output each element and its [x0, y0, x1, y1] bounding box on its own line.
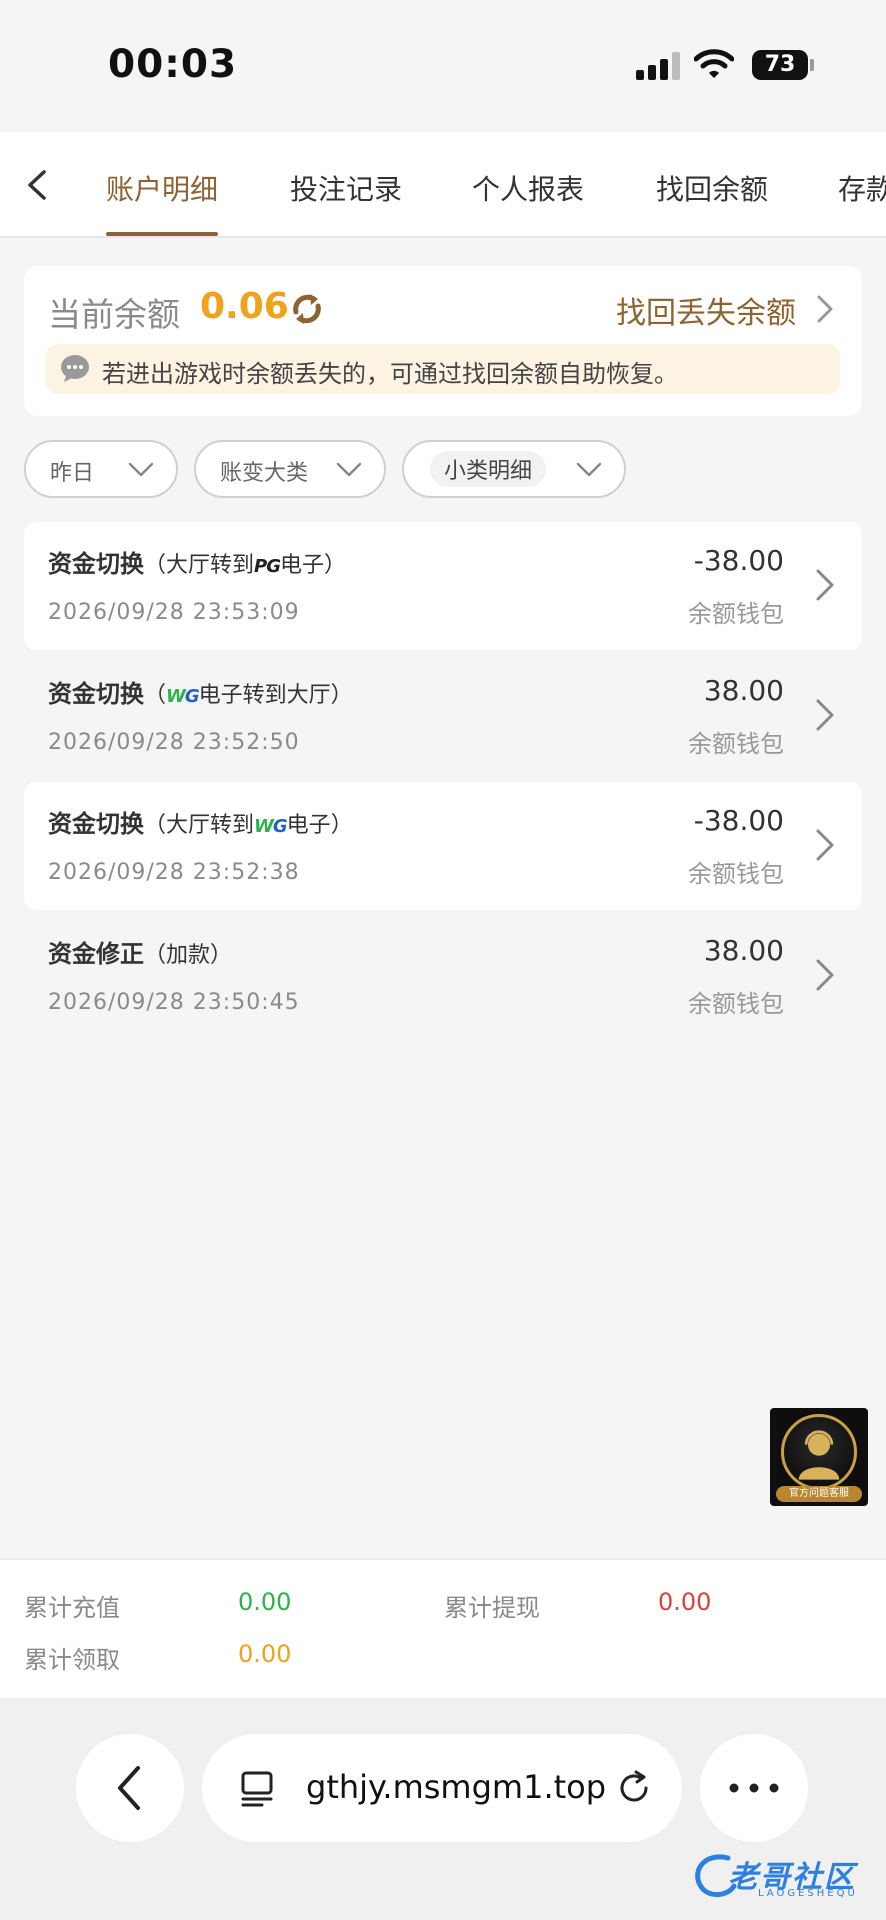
page-menu-icon[interactable] — [238, 1768, 278, 1808]
support-agent-icon — [781, 1414, 857, 1490]
record-title: 资金修正（加款） — [48, 940, 233, 968]
chevron-right-icon — [816, 699, 834, 731]
notice-text: 若进出游戏时余额丢失的，可通过找回余额自助恢复。 — [102, 360, 678, 388]
record-date: 2026/09/28 23:52:50 — [48, 730, 300, 755]
tab-personal-report[interactable]: 个人报表 — [472, 168, 584, 208]
record-title: 资金切换（WG电子转到大厅） — [48, 680, 353, 708]
pg-logo-icon: PG — [254, 556, 281, 577]
totals-panel: 累计充值 0.00 累计提现 0.00 累计领取 0.00 — [0, 1558, 886, 1698]
chevron-right-icon — [816, 569, 834, 601]
watermark-logo: 老哥社区 LAOGESHEQU — [690, 1846, 880, 1906]
filter-label: 昨日 — [50, 461, 95, 486]
tab-bet-records[interactable]: 投注记录 — [290, 168, 402, 208]
url-text: gthjy.msmgm1.top — [306, 1768, 607, 1806]
list-item[interactable]: 资金切换（大厅转到WG电子） 2026/09/28 23:52:38 -38.0… — [24, 782, 862, 910]
refresh-balance-icon[interactable] — [288, 290, 326, 328]
balance-label: 当前余额 — [48, 295, 180, 334]
recover-lost-balance-link[interactable]: 找回丢失余额 — [616, 288, 796, 332]
record-wallet: 余额钱包 — [688, 730, 784, 758]
chevron-right-icon — [816, 959, 834, 991]
tab-bar: 账户明细 投注记录 个人报表 找回余额 存款 — [0, 132, 886, 238]
total-withdraw-value: 0.00 — [658, 1588, 712, 1616]
battery-cap — [810, 59, 814, 71]
total-recharge-label: 累计充值 — [24, 1594, 120, 1622]
date-filter-dropdown[interactable]: 昨日 — [24, 440, 178, 498]
tab-recover-balance[interactable]: 找回余额 — [656, 168, 768, 208]
cellular-signal-icon — [636, 52, 682, 80]
chevron-down-icon — [128, 462, 154, 477]
browser-back-button[interactable] — [76, 1734, 184, 1842]
chevron-right-icon[interactable] — [814, 292, 836, 326]
record-title: 资金切换（大厅转到WG电子） — [48, 810, 353, 838]
total-claim-value: 0.00 — [238, 1640, 292, 1668]
total-withdraw-label: 累计提现 — [444, 1594, 540, 1622]
record-wallet: 余额钱包 — [688, 990, 784, 1018]
active-tab-indicator — [106, 232, 218, 236]
filter-label: 账变大类 — [220, 461, 309, 486]
more-dots-icon — [729, 1783, 779, 1793]
record-amount: -38.00 — [693, 804, 784, 837]
record-amount: 38.00 — [703, 674, 784, 707]
record-date: 2026/09/28 23:53:09 — [48, 600, 300, 625]
record-amount: 38.00 — [703, 934, 784, 967]
watermark-subtext: LAOGESHEQU — [758, 1888, 858, 1899]
status-time: 00:03 — [108, 42, 238, 87]
chevron-left-icon — [118, 1766, 140, 1810]
wg-logo-icon: WG — [254, 816, 288, 837]
browser-more-button[interactable] — [700, 1734, 808, 1842]
browser-toolbar: gthjy.msmgm1.top 老哥社区 LAOGESHEQU — [0, 1698, 886, 1920]
record-wallet: 余额钱包 — [688, 860, 784, 888]
category-filter-dropdown[interactable]: 账变大类 — [194, 440, 386, 498]
chat-bubble-icon — [61, 355, 89, 382]
list-item[interactable]: 资金修正（加款） 2026/09/28 23:50:45 38.00 余额钱包 — [24, 912, 862, 1040]
chevron-down-icon — [576, 462, 602, 477]
total-recharge-value: 0.00 — [238, 1588, 292, 1616]
record-date: 2026/09/28 23:50:45 — [48, 990, 300, 1015]
record-title: 资金切换（大厅转到PG电子） — [48, 550, 347, 578]
balance-value: 0.06 — [200, 286, 289, 327]
filter-label: 小类明细 — [430, 451, 547, 487]
wg-logo-icon: WG — [166, 686, 200, 707]
wifi-icon — [694, 49, 734, 78]
chevron-right-icon — [816, 829, 834, 861]
customer-support-button[interactable]: 官方问题客服 — [770, 1408, 868, 1506]
record-amount: -38.00 — [693, 544, 784, 577]
tab-account-details[interactable]: 账户明细 — [106, 168, 218, 208]
back-chevron-icon[interactable] — [18, 160, 58, 210]
record-date: 2026/09/28 23:52:38 — [48, 860, 300, 885]
total-claim-label: 累计领取 — [24, 1646, 120, 1674]
subcategory-filter-dropdown[interactable]: 小类明细 — [402, 440, 626, 498]
tab-deposit[interactable]: 存款 — [838, 168, 886, 208]
balance-card: 当前余额 0.06 找回丢失余额 若进出游戏时余额丢失的，可通过找回余额自助恢复… — [24, 266, 862, 416]
reload-icon[interactable] — [614, 1768, 654, 1808]
status-bar: 00:03 73 — [0, 0, 886, 132]
battery-icon: 73 — [752, 50, 808, 80]
support-label: 官方问题客服 — [776, 1486, 862, 1502]
list-item[interactable]: 资金切换（WG电子转到大厅） 2026/09/28 23:52:50 38.00… — [24, 652, 862, 780]
notice-banner: 若进出游戏时余额丢失的，可通过找回余额自助恢复。 — [46, 344, 840, 394]
chevron-down-icon — [336, 462, 362, 477]
address-bar[interactable]: gthjy.msmgm1.top — [202, 1734, 682, 1842]
list-item[interactable]: 资金切换（大厅转到PG电子） 2026/09/28 23:53:09 -38.0… — [24, 522, 862, 650]
record-wallet: 余额钱包 — [688, 600, 784, 628]
